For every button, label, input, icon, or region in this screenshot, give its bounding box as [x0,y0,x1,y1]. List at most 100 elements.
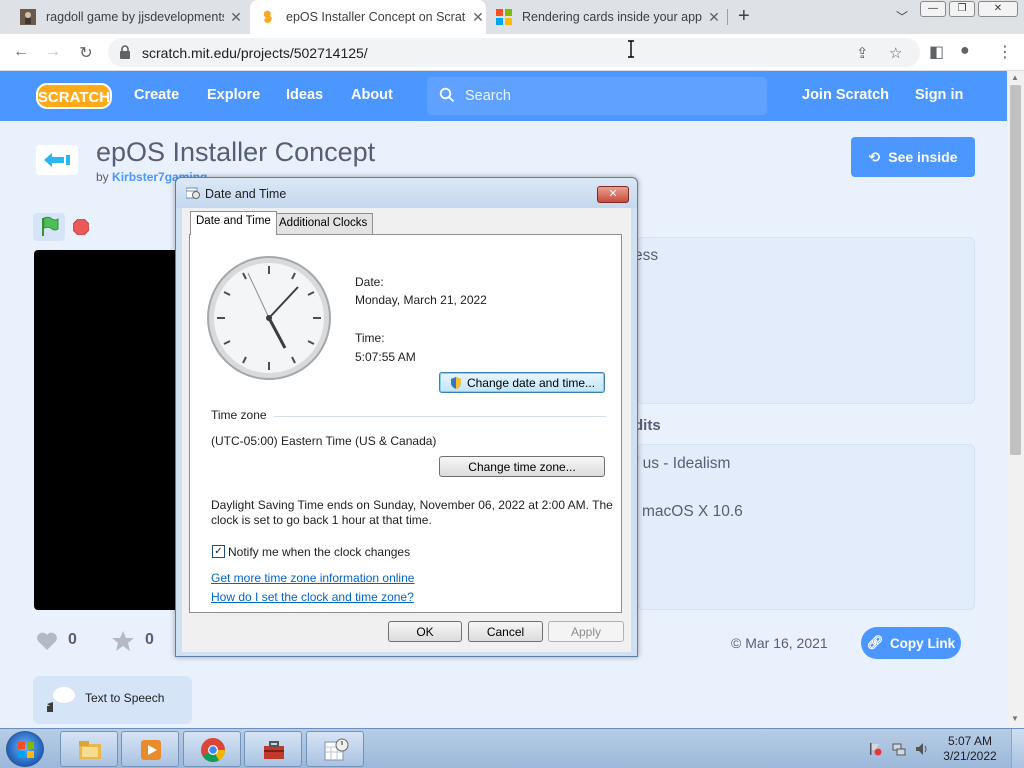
side-panel-icon[interactable]: ◧ [929,42,944,62]
nav-explore[interactable]: Explore [207,87,260,103]
folder-icon [79,741,101,759]
address-bar[interactable]: scratch.mit.edu/projects/502714125/ ⇪ ☆ [108,38,920,67]
speech-bubble-icon [47,687,75,712]
taskbar-media-player[interactable] [121,731,179,767]
chevron-down-icon[interactable]: ﹀ [896,8,908,25]
tab-ragdoll-game[interactable]: ragdoll game by jjsdevelopments ✕ [20,0,244,34]
shared-date: © Mar 16, 2021 [731,635,828,651]
analog-clock-icon [207,256,331,380]
scroll-up-arrow-icon[interactable]: ▲ [1011,73,1019,82]
dialog-title: Date and Time [205,187,287,201]
how-to-set-clock-link[interactable]: How do I set the clock and time zone? [211,590,414,604]
menu-kebab-icon[interactable]: ⋮ [997,42,1013,62]
nav-about[interactable]: About [351,87,393,103]
scratch-navbar: SCRATCH Create Explore Ideas About Join … [0,71,1007,121]
remix-arrows-icon: ⟲ [868,148,881,165]
windows-taskbar: 5:07 AM 3/21/2022 [0,728,1024,768]
taskbar-date-time[interactable] [306,731,364,767]
instructions-panel [637,237,975,404]
tab-additional-clocks[interactable]: Additional Clocks [273,213,374,234]
search-input[interactable] [465,86,755,106]
tab-rendering-cards[interactable]: Rendering cards inside your app ✕ [496,0,722,34]
nav-create[interactable]: Create [134,87,179,103]
stop-sign-icon[interactable] [73,219,89,235]
change-date-time-label: Change date and time... [466,375,596,390]
scratch-logo-icon[interactable]: SCRATCH [36,82,112,110]
show-desktop-button[interactable] [1011,729,1024,768]
restore-icon[interactable]: ❐ [949,1,975,17]
url-text: scratch.mit.edu/projects/502714125/ [142,45,368,61]
scroll-down-arrow-icon[interactable]: ▼ [1011,714,1019,723]
dialog-close-icon[interactable]: ✕ [597,186,629,203]
page-scrollbar[interactable]: ▲ ▼ [1007,71,1024,728]
share-icon[interactable]: ⇪ [856,44,869,62]
time-label: Time: [355,331,385,345]
toolbox-icon [264,741,284,759]
heart-icon[interactable] [36,631,58,651]
forward-arrow-icon[interactable]: → [43,43,63,61]
reload-icon[interactable]: ↻ [76,43,96,63]
dialog-title-bar[interactable]: Date and Time ✕ [176,178,637,208]
tab-epos-installer[interactable]: epOS Installer Concept on Scratch ✕ [250,0,486,34]
change-time-zone-label: Change time zone... [468,459,576,474]
link-icon: 🔗︎ [866,635,884,650]
nav-ideas[interactable]: Ideas [286,87,323,103]
calendar-clock-icon [186,187,200,199]
date-label: Date: [355,275,384,289]
browser-toolbar: ← → ↻ scratch.mit.edu/projects/502714125… [0,34,1024,71]
date-time-tab-panel: Date: Monday, March 21, 2022 Time: 5:07:… [189,234,622,613]
change-time-zone-button[interactable]: Change time zone... [439,456,605,477]
see-inside-button[interactable]: ⟲ See inside [851,137,975,177]
action-center-flag-icon[interactable] [868,742,882,756]
sign-in-link[interactable]: Sign in [915,87,963,103]
credits-heading-fragment: dits [634,417,661,434]
copy-link-button[interactable]: 🔗︎ Copy Link [861,627,961,659]
close-tab-icon[interactable]: ✕ [706,9,722,26]
new-tab-icon[interactable]: + [738,5,750,28]
chrome-icon [201,738,225,763]
tab-date-and-time[interactable]: Date and Time [190,211,277,235]
svg-text:SCRATCH: SCRATCH [38,89,110,106]
profile-avatar-icon[interactable]: ● [960,42,970,60]
taskbar-toolbox[interactable] [244,731,302,767]
cancel-button[interactable]: Cancel [468,621,543,642]
taskbar-explorer[interactable] [60,731,118,767]
time-zone-info-link[interactable]: Get more time zone information online [211,571,414,585]
start-button[interactable] [6,731,44,767]
close-window-icon[interactable]: ✕ [978,1,1018,17]
green-flag-button[interactable] [33,213,65,241]
media-player-icon [141,740,161,760]
time-zone-divider [274,416,606,417]
back-arrow-icon[interactable]: ← [11,43,31,61]
microsoft-favicon-icon [496,9,512,25]
star-icon[interactable] [111,630,135,652]
windows-logo-icon [18,742,34,758]
network-icon[interactable] [892,742,906,756]
join-scratch-link[interactable]: Join Scratch [802,87,889,103]
apply-button[interactable]: Apply [548,621,624,642]
dialog-body: Date and Time Additional Clocks Date: Mo… [182,208,631,652]
project-stage[interactable] [34,250,180,610]
ok-button[interactable]: OK [388,621,462,642]
taskbar-clock[interactable]: 5:07 AM 3/21/2022 [940,734,1000,764]
tab-title: Rendering cards inside your app [522,10,702,24]
apply-label: Apply [570,624,602,639]
text-cursor-icon [628,40,634,58]
minimize-icon[interactable]: — [920,1,946,17]
dst-info-line-1: Daylight Saving Time ends on Sunday, Nov… [211,498,613,512]
green-flag-icon [42,216,59,236]
favorite-count: 0 [145,631,154,648]
notify-checkbox[interactable]: ✓ [212,545,225,558]
browser-tab-strip: ragdoll game by jjsdevelopments ✕ epOS I… [0,0,1024,34]
taskbar-chrome[interactable] [183,731,241,767]
close-tab-icon[interactable]: ✕ [228,9,244,26]
time-zone-value: (UTC-05:00) Eastern Time (US & Canada) [211,434,437,448]
change-date-time-button[interactable]: Change date and time... [439,372,605,393]
close-tab-icon[interactable]: ✕ [470,9,486,26]
calendar-clock-icon [324,738,349,761]
project-title: epOS Installer Concept [96,137,376,167]
text-to-speech-extension[interactable]: Text to Speech [33,676,192,724]
bookmark-star-icon[interactable]: ☆ [889,44,902,62]
scrollbar-thumb[interactable] [1010,85,1021,455]
volume-icon[interactable] [915,742,929,756]
